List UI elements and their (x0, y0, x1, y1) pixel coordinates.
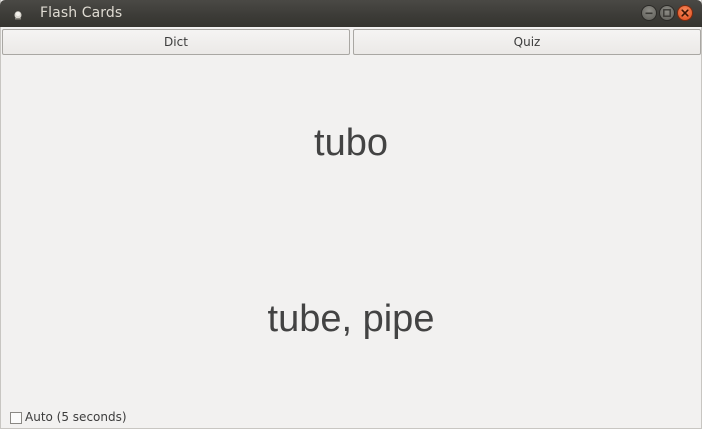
auto-checkbox-label: Auto (5 seconds) (25, 410, 127, 424)
flashcard-word: tubo (314, 122, 388, 164)
title-bar[interactable]: Flash Cards (0, 0, 702, 27)
window-controls (641, 5, 693, 21)
auto-checkbox[interactable] (10, 411, 22, 424)
tab-quiz[interactable]: Quiz (353, 29, 701, 55)
window-title: Flash Cards (40, 5, 123, 21)
minimize-icon[interactable] (641, 5, 657, 21)
flashcard-translation[interactable]: tube, pipe (1, 294, 701, 344)
auto-advance-toggle[interactable]: Auto (5 seconds) (10, 409, 127, 425)
app-icon (11, 7, 25, 21)
tab-dict[interactable]: Dict (2, 29, 350, 55)
maximize-icon[interactable] (659, 5, 675, 21)
close-icon[interactable] (677, 5, 693, 21)
mode-tabs: Dict Quiz (2, 29, 701, 55)
app-window: Flash Cards Dict Quiz tubo tube, pipe Au… (0, 0, 702, 429)
